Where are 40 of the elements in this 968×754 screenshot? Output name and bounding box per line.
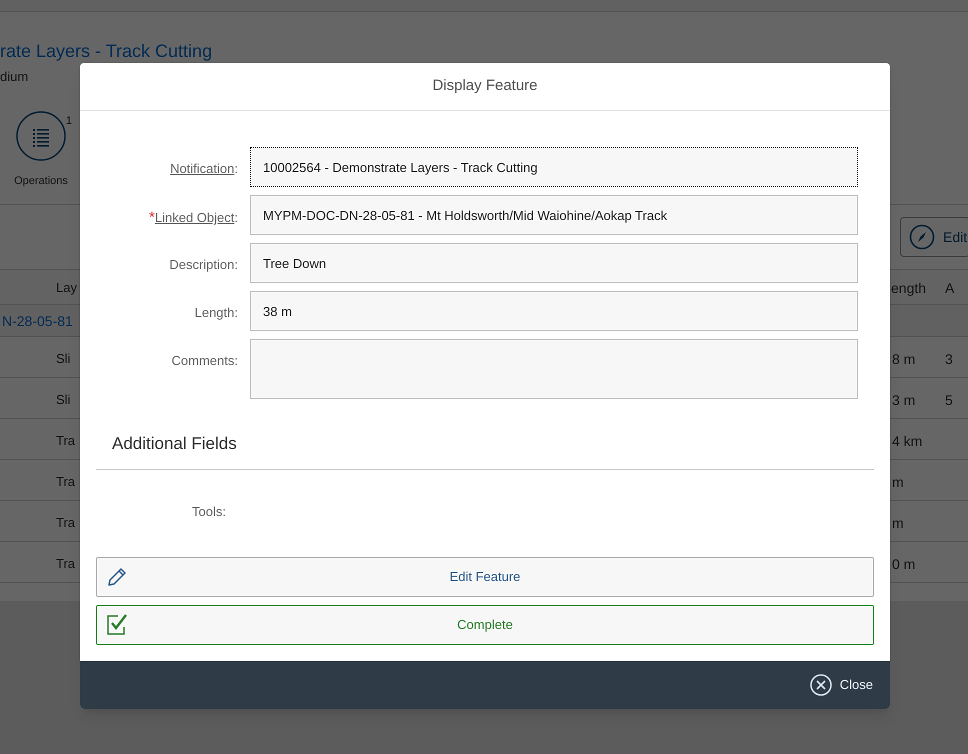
table-cell-text: 3 [945,350,953,369]
field-label: Length: [194,304,238,322]
checkbox-tick-icon [105,613,129,637]
column-header: ength [891,279,926,298]
dialog-title: Display Feature [80,63,890,111]
input-field[interactable]: Tree Down [250,243,858,283]
table-cell-text: m [892,473,904,492]
edit-feature-button[interactable]: Edit Feature [96,557,874,597]
input-field[interactable]: MYPM-DOC-DN-28-05-81 - Mt Holdsworth/Mid Waiohine/Aokap Track [250,195,858,235]
field-label: Description: [168,256,238,274]
table-cell-text: 4 km [892,432,922,451]
close-button[interactable]: Close [810,674,873,696]
table-cell-text: Sli [56,350,70,368]
table-cell-text: Tra [56,432,76,450]
field-label: Comments: [170,352,238,370]
table-cell-text: 0 m [892,555,916,574]
field-label: *Linked Object: [148,208,238,228]
section-title: Additional Fields [96,431,874,470]
action-label: Operations [14,174,68,189]
table-cell-text: Tra [56,473,76,491]
table-cell-text: m [892,514,904,533]
table-cell-text: 8 m [892,350,916,369]
table-cell-text: Tra [56,555,76,573]
compass-icon [909,224,935,250]
table-cell-text: Sli [56,391,70,409]
page-title: rate Layers - Track Cutting [0,40,214,62]
table-cell-text: 3 m [892,391,916,410]
complete-button[interactable]: Complete [96,605,874,645]
input-field[interactable]: 38 m [250,291,858,331]
count-label: 1 [66,114,72,129]
list-icon [16,111,66,161]
table-cell-text: Tra [56,514,76,532]
field-label: Notification: [169,160,238,178]
field-label: Tools: [191,502,226,520]
column-header: A [945,279,954,298]
column-header: Lay [56,279,77,297]
table-cell-text: 5 [945,391,953,410]
comments-field[interactable] [250,339,858,399]
close-icon [810,674,832,696]
input-field[interactable]: 10002564 - Demonstrate Layers - Track Cutting [250,147,858,187]
